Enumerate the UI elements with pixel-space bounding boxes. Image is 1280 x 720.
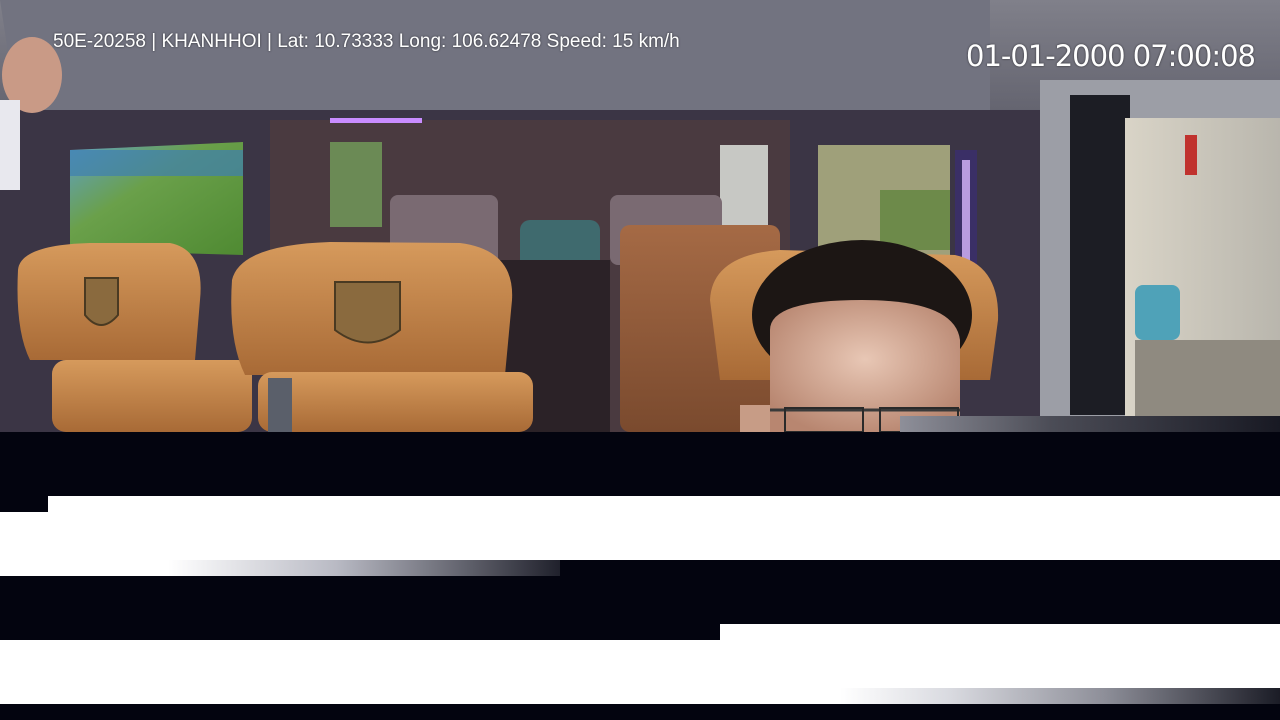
corruption-band-black <box>0 432 1280 496</box>
front-seat-left <box>52 360 252 432</box>
rear-window-mid <box>720 145 768 225</box>
corruption-band-black <box>0 704 1280 720</box>
corruption-gradient-row <box>840 688 1280 704</box>
planter <box>1135 285 1180 340</box>
overlay-info-text: 50E-20258 | KHANHHOI | Lat: 10.73333 Lon… <box>53 31 680 52</box>
corruption-band-white <box>0 496 1280 560</box>
corruption-notch <box>0 504 32 512</box>
corruption-band-white-step <box>720 624 1280 640</box>
led-strip <box>330 118 422 123</box>
overlay-timestamp: 01-01-2000 07:00:08 <box>966 39 1256 73</box>
dashcam-frame: 50E-20258 | KHANHHOI | Lat: 10.73333 Lon… <box>0 0 1280 432</box>
corruption-gradient-row <box>900 416 1280 432</box>
driver-face <box>770 300 960 432</box>
rear-window-left <box>330 142 382 227</box>
corruption-gradient-row <box>0 560 560 576</box>
front-seat-middle <box>258 372 533 432</box>
